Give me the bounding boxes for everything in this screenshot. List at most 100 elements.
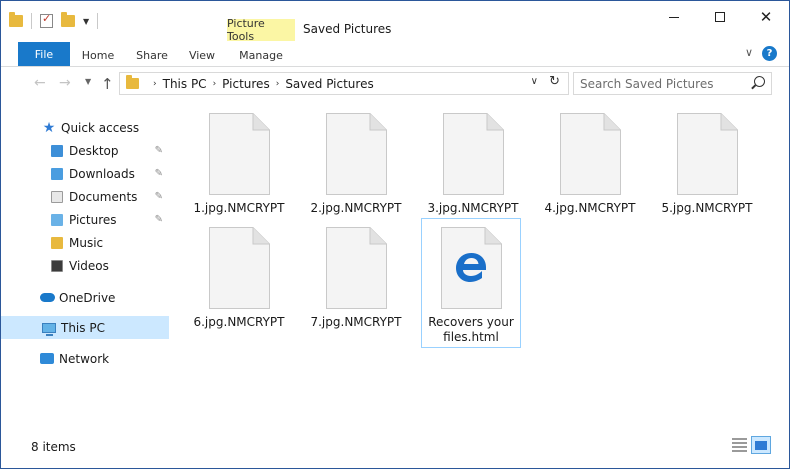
- toolbar-separator: [97, 13, 99, 29]
- folder-icon[interactable]: [9, 12, 23, 27]
- search-icon[interactable]: [754, 76, 765, 87]
- file-item[interactable]: 1.jpg.NMCRYPT: [189, 101, 289, 221]
- file-name: 1.jpg.NMCRYPT: [193, 201, 285, 215]
- nav-network-label: Network: [59, 351, 110, 366]
- nav-quick-access[interactable]: ★ Quick access: [1, 116, 169, 139]
- file-name: 5.jpg.NMCRYPT: [661, 201, 753, 215]
- nav-onedrive-label: OneDrive: [59, 290, 116, 305]
- properties-icon[interactable]: [40, 12, 53, 28]
- downloads-folder-icon: [49, 167, 65, 181]
- documents-folder-icon: [49, 190, 65, 204]
- window-title: Saved Pictures: [303, 22, 392, 36]
- nav-quick-access-label: Quick access: [61, 120, 140, 135]
- nav-item-downloads[interactable]: Downloads ✎: [1, 162, 169, 185]
- desktop-folder-icon: [49, 144, 65, 158]
- nav-item-label: Desktop: [69, 143, 119, 158]
- star-icon: ★: [42, 119, 56, 136]
- nav-network[interactable]: Network: [1, 347, 169, 370]
- breadcrumb-chevron-icon[interactable]: ›: [213, 79, 217, 89]
- maximize-button[interactable]: [697, 1, 743, 33]
- file-name: 4.jpg.NMCRYPT: [544, 201, 636, 215]
- nav-item-music[interactable]: Music: [1, 231, 169, 254]
- breadcrumb-chevron-icon[interactable]: ›: [153, 79, 157, 89]
- title-bar: ▼ Picture Tools Saved Pictures ✕: [1, 1, 789, 43]
- file-item[interactable]: 5.jpg.NMCRYPT: [657, 101, 757, 221]
- file-item[interactable]: 3.jpg.NMCRYPT: [423, 101, 523, 221]
- address-bar[interactable]: › This PC › Pictures › Saved Pictures ∨ …: [119, 72, 569, 95]
- breadcrumb-pictures[interactable]: Pictures: [222, 77, 270, 91]
- up-arrow-icon[interactable]: ↑: [101, 75, 114, 93]
- pin-icon[interactable]: ✎: [155, 168, 163, 179]
- pictures-folder-icon: [49, 213, 65, 227]
- minimize-icon: [669, 16, 679, 18]
- nav-onedrive[interactable]: OneDrive: [1, 286, 169, 309]
- pin-icon[interactable]: ✎: [155, 214, 163, 225]
- network-icon: [39, 352, 55, 366]
- computer-icon: [41, 321, 57, 336]
- nav-item-videos[interactable]: Videos: [1, 254, 169, 277]
- address-history-chevron-icon[interactable]: ∨: [531, 76, 538, 87]
- pin-icon[interactable]: ✎: [155, 191, 163, 202]
- generic-file-icon: [325, 113, 387, 195]
- file-name: 2.jpg.NMCRYPT: [310, 201, 402, 215]
- tab-manage[interactable]: Manage: [235, 44, 287, 66]
- item-count: 8 items: [31, 440, 76, 454]
- breadcrumb-saved-pictures[interactable]: Saved Pictures: [285, 77, 373, 91]
- nav-item-label: Documents: [69, 189, 138, 204]
- tab-home[interactable]: Home: [81, 44, 115, 66]
- generic-file-icon: [442, 113, 504, 195]
- nav-item-label: Pictures: [69, 212, 117, 227]
- tab-share[interactable]: Share: [134, 44, 170, 66]
- help-icon[interactable]: ?: [762, 46, 777, 61]
- refresh-icon[interactable]: ↻: [549, 74, 560, 89]
- expand-ribbon-chevron-icon[interactable]: ∨: [745, 46, 753, 59]
- music-folder-icon: [49, 236, 65, 250]
- onedrive-cloud-icon: [39, 291, 55, 305]
- caption-buttons: ✕: [651, 1, 789, 33]
- nav-item-label: Videos: [69, 258, 109, 273]
- breadcrumb-chevron-icon[interactable]: ›: [276, 79, 280, 89]
- pin-icon[interactable]: ✎: [155, 145, 163, 156]
- ribbon-tabs: File Home Share View Manage ∨ ?: [1, 41, 789, 67]
- navigation-pane: ★ Quick access Desktop ✎ Downloads ✎ Doc…: [1, 105, 169, 435]
- forward-arrow-icon[interactable]: →: [59, 75, 71, 91]
- nav-item-label: Downloads: [69, 166, 135, 181]
- close-icon: ✕: [759, 8, 773, 26]
- search-input[interactable]: [580, 76, 745, 91]
- customize-toolbar-chevron-icon[interactable]: ▼: [83, 17, 89, 26]
- tab-file[interactable]: File: [18, 42, 70, 66]
- file-item[interactable]: 6.jpg.NMCRYPT: [189, 215, 289, 335]
- generic-file-icon: [676, 113, 738, 195]
- details-view-icon[interactable]: [732, 438, 747, 452]
- file-item[interactable]: 7.jpg.NMCRYPT: [306, 215, 406, 335]
- status-bar: 8 items: [1, 435, 789, 459]
- nav-item-desktop[interactable]: Desktop ✎: [1, 139, 169, 162]
- file-item[interactable]: 4.jpg.NMCRYPT: [540, 101, 640, 221]
- toolbar-separator: [31, 13, 32, 29]
- html-file-icon: [440, 227, 502, 309]
- generic-file-icon: [559, 113, 621, 195]
- back-arrow-icon[interactable]: ←: [34, 75, 46, 91]
- nav-item-label: Music: [69, 235, 104, 250]
- breadcrumb-this-pc[interactable]: This PC: [163, 77, 207, 91]
- generic-file-icon: [208, 113, 270, 195]
- edge-browser-icon: [455, 253, 486, 282]
- nav-this-pc[interactable]: This PC: [1, 316, 169, 339]
- minimize-button[interactable]: [651, 1, 697, 33]
- file-item[interactable]: 2.jpg.NMCRYPT: [306, 101, 406, 221]
- recent-locations-chevron-icon[interactable]: ▼: [85, 77, 91, 86]
- large-icons-view-icon[interactable]: [751, 436, 771, 454]
- videos-folder-icon: [49, 259, 65, 273]
- nav-item-documents[interactable]: Documents ✎: [1, 185, 169, 208]
- tab-view[interactable]: View: [187, 44, 217, 66]
- search-box[interactable]: [573, 72, 772, 95]
- nav-this-pc-label: This PC: [61, 320, 105, 335]
- address-row: ← → ▼ ↑ › This PC › Pictures › Saved Pic…: [1, 68, 789, 100]
- generic-file-icon: [325, 227, 387, 309]
- nav-item-pictures[interactable]: Pictures ✎: [1, 208, 169, 231]
- file-item-selected[interactable]: Recovers your files.html: [421, 218, 521, 348]
- close-button[interactable]: ✕: [743, 1, 789, 33]
- generic-file-icon: [208, 227, 270, 309]
- file-name: Recovers your files.html: [428, 315, 514, 344]
- new-folder-icon[interactable]: [61, 12, 75, 27]
